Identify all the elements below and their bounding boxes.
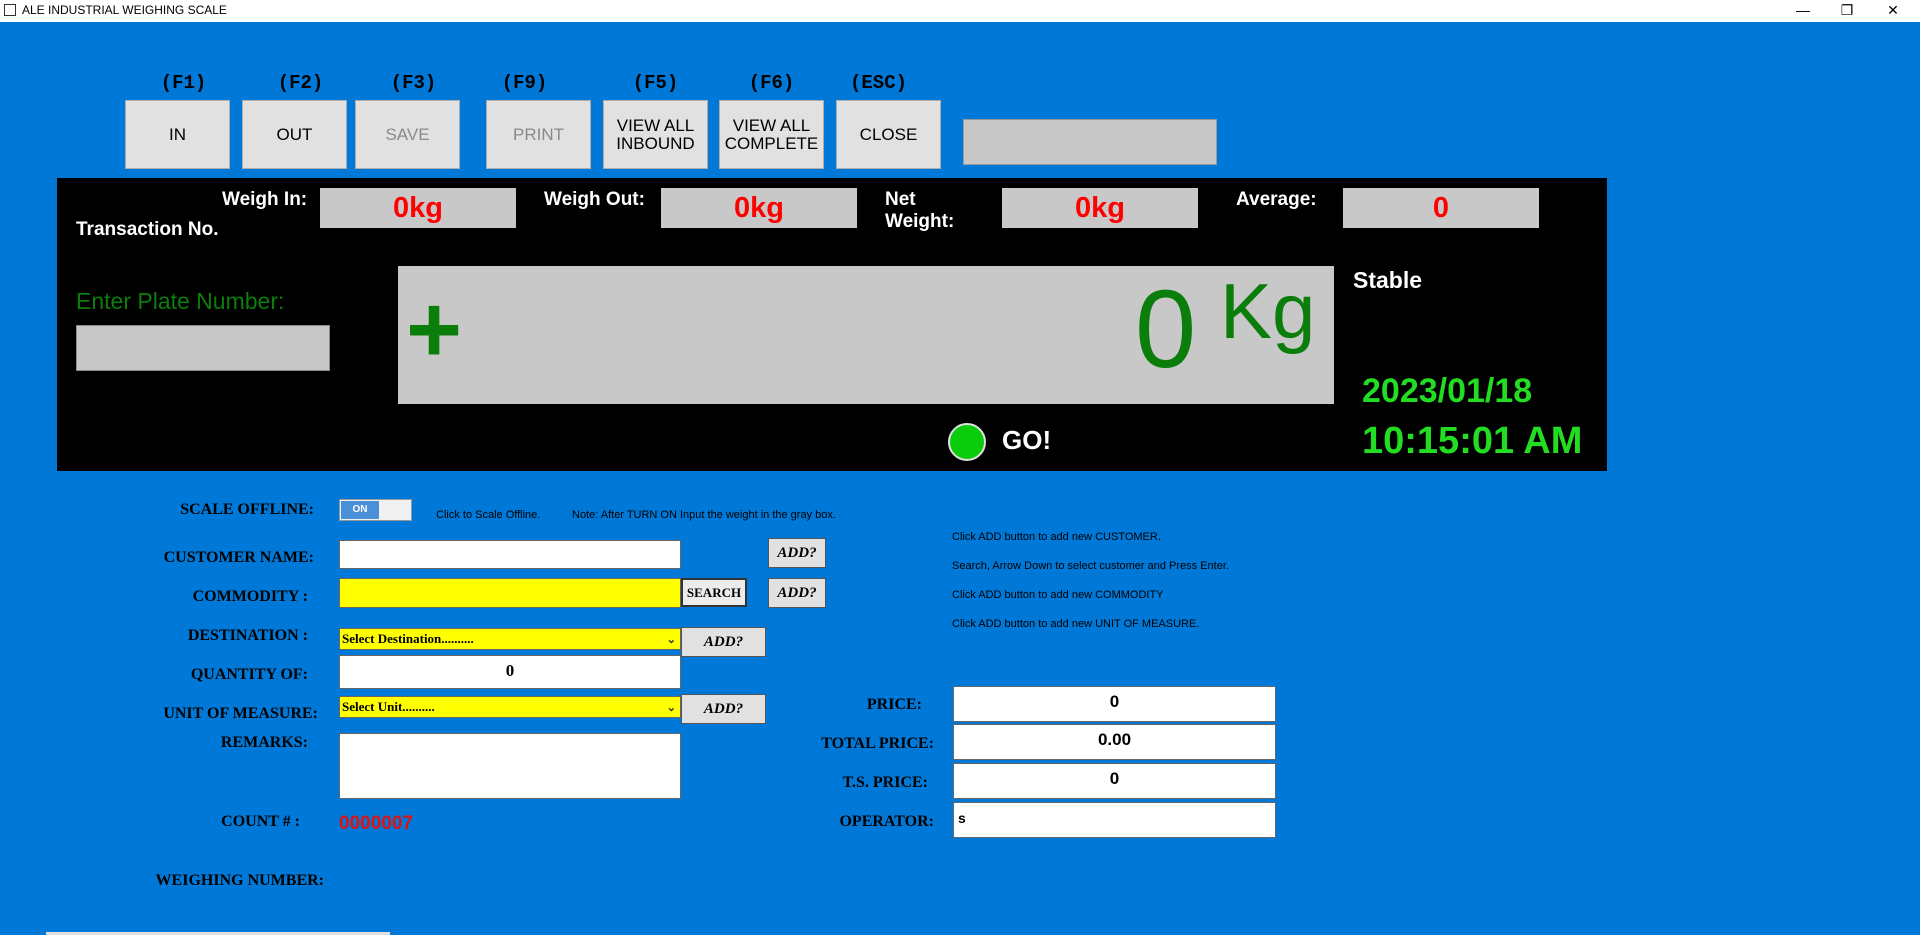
status-box	[963, 119, 1217, 165]
ts-price-input[interactable]: 0	[953, 763, 1276, 799]
quantity-label: QUANTITY OF:	[190, 666, 308, 683]
current-date: 2023/01/18	[1362, 372, 1533, 410]
hint-add-customer: Click ADD button to add new CUSTOMER.	[952, 531, 1161, 543]
f9-key-label: (F9)	[501, 72, 548, 94]
plus-sign-icon: +	[406, 276, 463, 383]
title-bar	[0, 0, 1920, 22]
go-label: GO!	[1002, 425, 1052, 455]
price-label: PRICE:	[866, 696, 922, 713]
plate-number-input[interactable]	[76, 325, 330, 371]
scale-offline-label: SCALE OFFLINE:	[180, 501, 314, 518]
commodity-label: COMMODITY :	[192, 588, 308, 605]
search-commodity-button[interactable]: SEARCH	[681, 578, 747, 607]
go-indicator-icon	[948, 423, 986, 461]
weigh-in-value: 0kg	[320, 188, 516, 228]
remarks-input[interactable]	[339, 733, 681, 799]
window-title: ALE INDUSTRIAL WEIGHING SCALE	[22, 3, 227, 17]
scale-offline-note: Note: After TURN ON Input the weight in …	[572, 509, 836, 521]
scale-offline-toggle[interactable]: ON	[339, 499, 412, 521]
f2-key-label: (F2)	[277, 72, 324, 94]
weight-reading: 0	[1135, 268, 1197, 391]
esc-key-label: (ESC)	[849, 72, 907, 94]
restore-button[interactable]: ❐	[1824, 0, 1870, 22]
close-button[interactable]: CLOSE	[836, 100, 941, 169]
weigh-out-label: Weigh Out:	[544, 189, 645, 210]
view-all-complete-button[interactable]: VIEW ALL COMPLETE	[719, 100, 824, 169]
app-icon	[4, 4, 16, 16]
total-price-label: TOTAL PRICE:	[821, 735, 934, 752]
remarks-label: REMARKS:	[220, 734, 308, 751]
destination-label: DESTINATION :	[187, 627, 308, 644]
close-window-button[interactable]: ✕	[1870, 0, 1916, 22]
price-input[interactable]: 0	[953, 686, 1276, 722]
ts-price-label: T.S. PRICE:	[842, 774, 929, 791]
count-value: 0000007	[339, 813, 413, 834]
in-button[interactable]: IN	[125, 100, 230, 169]
plate-number-label: Enter Plate Number:	[76, 288, 285, 314]
chevron-down-icon: ⌄	[666, 634, 676, 646]
stable-status: Stable	[1353, 267, 1423, 293]
hint-add-commodity: Click ADD button to add new COMMODITY	[952, 589, 1164, 601]
weighing-number-label: WEIGHING NUMBER:	[155, 872, 324, 889]
chevron-down-icon: ⌄	[666, 702, 676, 714]
weigh-in-label: Weigh In:	[222, 189, 308, 210]
minimize-button[interactable]: —	[1780, 0, 1826, 22]
add-unit-button[interactable]: ADD?	[681, 694, 766, 724]
hint-add-unit: Click ADD button to add new UNIT OF MEAS…	[952, 618, 1200, 630]
customer-name-input[interactable]	[339, 540, 681, 569]
print-button[interactable]: PRINT	[486, 100, 591, 169]
operator-input[interactable]: s	[953, 802, 1276, 838]
f3-key-label: (F3)	[390, 72, 437, 94]
unit-of-measure-label: UNIT OF MEASURE:	[163, 705, 318, 722]
count-label: COUNT # :	[221, 813, 300, 830]
quantity-input[interactable]: 0	[339, 655, 681, 689]
customer-name-label: CUSTOMER NAME:	[163, 549, 314, 566]
save-button[interactable]: SAVE	[355, 100, 460, 169]
add-customer-button[interactable]: ADD?	[768, 538, 826, 568]
hint-search-customer: Search, Arrow Down to select customer an…	[952, 560, 1229, 572]
view-all-inbound-button[interactable]: VIEW ALL INBOUND	[603, 100, 708, 169]
destination-select[interactable]: Select Destination.......... ⌄	[339, 628, 681, 650]
scale-offline-hint: Click to Scale Offline.	[436, 509, 541, 521]
average-value: 0	[1343, 188, 1539, 228]
current-time: 10:15:01 AM	[1362, 420, 1583, 462]
add-destination-button[interactable]: ADD?	[681, 627, 766, 657]
weigh-out-value: 0kg	[661, 188, 857, 228]
unit-of-measure-select[interactable]: Select Unit.......... ⌄	[339, 696, 681, 718]
transaction-no-label: Transaction No.	[76, 219, 219, 240]
net-weight-label: Net Weight:	[885, 189, 955, 232]
out-button[interactable]: OUT	[242, 100, 347, 169]
commodity-input[interactable]	[339, 578, 681, 608]
unit-value: Select Unit..........	[342, 699, 435, 714]
toggle-on-label: ON	[341, 501, 379, 519]
f6-key-label: (F6)	[748, 72, 795, 94]
f5-key-label: (F5)	[632, 72, 679, 94]
total-price-input[interactable]: 0.00	[953, 724, 1276, 760]
operator-label: OPERATOR:	[839, 813, 934, 830]
net-weight-value: 0kg	[1002, 188, 1198, 228]
add-commodity-button[interactable]: ADD?	[768, 578, 826, 608]
f1-key-label: (F1)	[160, 72, 207, 94]
average-label: Average:	[1236, 189, 1317, 210]
destination-value: Select Destination..........	[342, 631, 474, 646]
weight-unit: Kg	[1220, 267, 1316, 355]
